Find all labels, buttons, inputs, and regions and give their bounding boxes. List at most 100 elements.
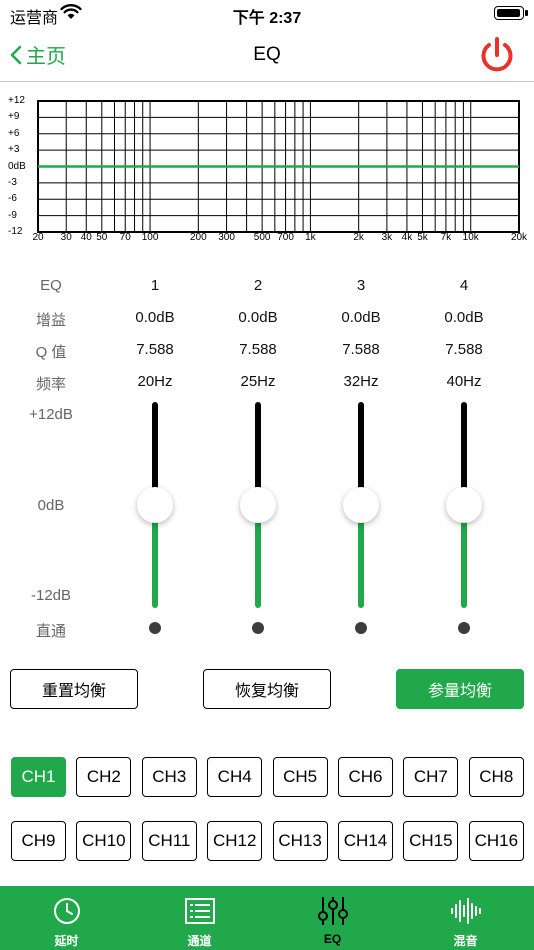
band-gain-value[interactable]: 0.0dB: [115, 309, 195, 326]
x-axis-label: 5k: [417, 232, 428, 243]
band-q-value[interactable]: 7.588: [424, 341, 504, 358]
band-number: 3: [356, 277, 366, 294]
band-2-gain-slider[interactable]: [228, 402, 288, 608]
channel-button-ch10[interactable]: CH10: [76, 821, 132, 861]
x-axis-label: 7k: [440, 232, 452, 243]
channel-button-ch11[interactable]: CH11: [141, 821, 197, 861]
x-axis-label: 200: [189, 232, 207, 243]
status-bar: 运营商 下午 2:37: [0, 0, 534, 28]
channel-button-ch7[interactable]: CH7: [403, 757, 459, 797]
x-axis-label: 30: [60, 232, 72, 243]
y-axis-label: -12: [8, 226, 23, 237]
y-axis-label: 0dB: [8, 160, 26, 172]
page-title: EQ: [253, 44, 281, 65]
tab-label: EQ: [323, 932, 342, 946]
nav-bar: 主页 EQ: [0, 28, 534, 82]
x-axis-label: 70: [119, 232, 131, 243]
band-number: 1: [150, 277, 160, 294]
channel-button-ch14[interactable]: CH14: [338, 821, 393, 861]
tab-channel[interactable]: 通道: [133, 886, 266, 950]
eq-graph-grid: [37, 100, 520, 233]
eq-row-label: EQ: [40, 277, 62, 294]
tab-label: 通道: [187, 934, 212, 948]
band-freq-value[interactable]: 40Hz: [424, 373, 504, 390]
channel-button-ch4[interactable]: CH4: [207, 757, 263, 797]
list-icon: [184, 896, 215, 926]
clock-time: 下午 2:37: [232, 10, 302, 27]
band-gain-value[interactable]: 0.0dB: [218, 309, 298, 326]
band-4-gain-slider[interactable]: [434, 402, 494, 608]
band-1-bypass-toggle[interactable]: [149, 622, 161, 634]
band-freq-value[interactable]: 25Hz: [218, 373, 298, 390]
freq-row-label: 频率: [35, 376, 66, 393]
slider-thumb[interactable]: [137, 487, 173, 523]
channel-button-ch3[interactable]: CH3: [141, 757, 197, 797]
x-axis-label: 20k: [510, 232, 528, 243]
channel-button-ch1[interactable]: CH1: [11, 757, 66, 797]
x-axis-label: 100: [141, 232, 159, 243]
q-row-label: Q 值: [35, 344, 67, 361]
battery-icon: [494, 6, 528, 20]
slider-max-label: +12dB: [29, 406, 73, 423]
bypass-label: 直通: [35, 623, 66, 640]
band-freq-value[interactable]: 32Hz: [321, 373, 401, 390]
slider-min-label: -12dB: [30, 587, 72, 604]
channel-button-ch12[interactable]: CH12: [207, 821, 263, 861]
band-q-value[interactable]: 7.588: [115, 341, 195, 358]
band-4-bypass-toggle[interactable]: [458, 622, 470, 634]
tab-eq[interactable]: EQ: [266, 886, 399, 950]
y-axis-label: +9: [8, 111, 20, 123]
slider-thumb[interactable]: [343, 487, 379, 523]
tab-mixer[interactable]: 混音: [399, 886, 532, 950]
y-axis-label: +6: [8, 127, 20, 139]
band-number: 4: [459, 277, 469, 294]
restore-eq-button[interactable]: 恢复均衡: [203, 669, 331, 709]
x-axis-label: 300: [218, 232, 235, 243]
x-axis-label: 700: [277, 232, 294, 243]
band-freq-value[interactable]: 20Hz: [115, 373, 195, 390]
slider-thumb[interactable]: [240, 487, 276, 523]
band-1-gain-slider[interactable]: [125, 402, 185, 608]
bottom-tab-bar: 延时 通道 EQ 混音: [0, 886, 534, 950]
x-axis-label: 3k: [381, 232, 393, 243]
x-axis-label: 20: [32, 232, 44, 243]
y-axis-label: +3: [8, 144, 20, 156]
reset-eq-button[interactable]: 重置均衡: [10, 669, 138, 709]
x-axis-label: 40: [80, 232, 92, 243]
channel-button-ch13[interactable]: CH13: [272, 821, 328, 861]
channel-button-ch15[interactable]: CH15: [403, 821, 459, 861]
band-number: 2: [253, 277, 263, 294]
tab-delay[interactable]: 延时: [0, 886, 133, 950]
power-icon: [481, 37, 513, 72]
channel-button-ch5[interactable]: CH5: [272, 757, 328, 797]
eq-response-graph: +12 +9 +6 +3 0dB -3 -6 -9 -12 20 30 40 50 70 100 200 300…: [0, 92, 534, 247]
waveform-icon: [450, 896, 482, 926]
channel-button-ch2[interactable]: CH2: [76, 757, 132, 797]
band-gain-value[interactable]: 0.0dB: [424, 309, 504, 326]
sliders-icon: [317, 896, 349, 926]
channel-button-ch9[interactable]: CH9: [11, 821, 66, 861]
y-axis-label: +12: [8, 95, 25, 106]
band-3-gain-slider[interactable]: [331, 402, 391, 608]
y-axis-label: -3: [8, 176, 17, 188]
channel-button-ch16[interactable]: CH16: [468, 821, 524, 861]
slider-mid-label: 0dB: [37, 497, 65, 514]
channel-button-ch8[interactable]: CH8: [468, 757, 524, 797]
x-axis-label: 2k: [353, 232, 364, 243]
x-axis-label: 4k: [401, 232, 413, 243]
band-3-bypass-toggle[interactable]: [355, 622, 367, 634]
band-gain-value[interactable]: 0.0dB: [321, 309, 401, 326]
channel-button-ch6[interactable]: CH6: [338, 757, 393, 797]
y-axis-label: -9: [8, 209, 17, 221]
x-axis-label: 500: [253, 232, 271, 243]
parametric-eq-button[interactable]: 参量均衡: [396, 669, 524, 709]
power-button[interactable]: [478, 36, 516, 79]
slider-thumb[interactable]: [446, 487, 482, 523]
band-q-value[interactable]: 7.588: [218, 341, 298, 358]
band-2-bypass-toggle[interactable]: [252, 622, 264, 634]
clock-icon: [53, 896, 81, 926]
x-axis-label: 1k: [305, 232, 316, 243]
x-axis-label: 10k: [462, 232, 479, 243]
x-axis-label: 50: [96, 232, 108, 243]
band-q-value[interactable]: 7.588: [321, 341, 401, 358]
